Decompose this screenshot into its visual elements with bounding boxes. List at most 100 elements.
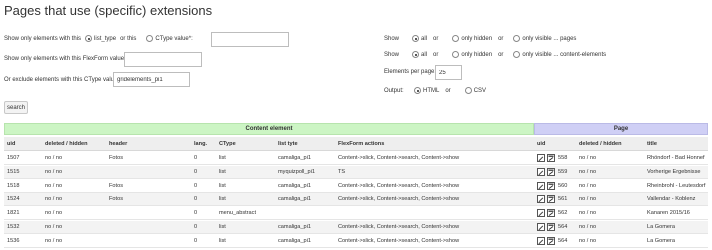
filter-ctype-row: Show only elements with this list_type o… [4,35,193,42]
edit-pencil-icon[interactable] [537,236,545,245]
col-page-title: title [647,141,657,147]
or-label: or [498,51,504,58]
output-csv-label: CSV [473,87,487,94]
show-ce-all-label: all [421,51,428,58]
cell-page-deleted-hidden: no / no [579,168,597,175]
exclude-ctype-input[interactable] [113,72,190,87]
cell-ctype: list [219,182,226,189]
table-row: 1536 no / no 0 list camaliga_pi1 Content->sli… [4,235,708,248]
cell-uid[interactable]: 1524 [7,196,19,202]
or-label: or [445,87,451,94]
cell-lang: 0 [194,155,198,161]
show-ce-visible-label: only visible ... content-elements [522,51,607,58]
cell-uid[interactable]: 1515 [7,169,19,175]
output-label: Output: [384,87,404,94]
ctype-value-input[interactable] [211,32,289,47]
cell-uid[interactable]: 1532 [7,224,19,230]
show-pages-all-radio[interactable] [412,35,419,42]
ctype-value-radio[interactable] [146,35,154,42]
show-ce-hidden-radio[interactable] [452,51,460,58]
or-label: or [433,51,439,58]
edit-pencil-icon[interactable] [537,167,545,176]
table-row: 1524 no / no Fotos 0 list camaliga_pi1 Content… [4,193,708,207]
exclude-label: Or exclude elements with this CType valu… [4,77,120,83]
cell-deleted-hidden: no / no [45,196,63,203]
cell-uid[interactable]: 1518 [7,183,19,189]
show-ce-hidden-label: only hidden [461,51,493,58]
show-pages-hidden-radio[interactable] [452,35,460,42]
exclude-row: Or exclude elements with this CType valu… [4,77,119,83]
col-page-uid: uid [537,141,546,147]
edit-pencil-icon[interactable] [537,209,545,218]
show-ce-visible-radio[interactable] [513,51,521,58]
cell-ctype: list [219,155,226,161]
cell-lang: 0 [194,224,198,230]
cell-list-type: camaliga_pi1 [278,237,311,244]
cell-uid[interactable]: 1536 [7,238,19,244]
cell-list-type: camaliga_pi1 [278,196,311,203]
col-lang: lang. [194,141,208,147]
per-page-row: Elements per page: [384,69,436,75]
view-page-icon[interactable] [547,236,555,245]
cell-page-title: Rheinbrohl - Leutesdorf [647,182,706,189]
cell-page-uid: 560 [558,182,568,189]
output-html-label: HTML [423,87,440,94]
show-pages-label: Show [384,35,400,42]
show-ce-all-radio[interactable] [412,51,419,58]
output-html-radio[interactable] [414,87,421,94]
cell-page-title: Kanaren 2015/16 [647,210,690,217]
col-flexform-actions: FlexForm actions [338,141,385,147]
cell-header: Fotos [109,196,123,203]
edit-pencil-icon[interactable] [537,223,545,231]
view-page-icon[interactable] [547,181,555,190]
cell-ctype: menu_abstract [219,210,257,217]
output-row: Output: HTML or CSV [384,87,486,94]
show-ce-row: Show all or only hidden or only visible … [384,51,606,58]
show-pages-hidden-label: only hidden [461,35,493,42]
view-page-icon[interactable] [547,223,555,231]
cell-page-uid: 564 [558,224,568,230]
cell-uid[interactable]: 1821 [7,210,19,216]
cell-lang: 0 [194,168,198,175]
show-pages-all-label: all [421,35,428,42]
edit-pencil-icon[interactable] [537,195,545,204]
show-pages-visible-radio[interactable] [513,35,521,42]
cell-page-title: Rhöndorf - Bad Honnef [647,155,705,161]
list-type-radio[interactable] [85,35,93,42]
cell-page-deleted-hidden: no / no [579,237,597,244]
page-group-header: Page [534,123,708,135]
col-ctype: CType [219,141,236,147]
show-pages-visible-label: only visible ... pages [522,35,577,42]
per-page-label: Elements per page: [384,69,437,75]
cell-page-uid: 561 [558,196,568,203]
page-title: Pages that use (specific) extensions [4,3,213,18]
cell-list-type: myquizpoll_pi1 [278,168,316,175]
view-page-icon[interactable] [547,167,555,176]
cell-deleted-hidden: no / no [45,168,63,175]
cell-flexform-actions: Content->slick, Content->search, Content… [338,196,460,203]
flexform-input[interactable] [124,52,202,67]
col-list-type: list tyte [278,141,298,147]
cell-uid[interactable]: 1507 [7,155,19,161]
cell-deleted-hidden: no / no [45,210,63,217]
table-row: 1532 no / no 0 list camaliga_pi1 Content->sli… [4,221,708,234]
cell-ctype: list [219,196,226,203]
ctype-value-label: CType value*: [155,35,193,42]
per-page-input[interactable] [435,65,462,80]
cell-page-deleted-hidden: no / no [579,182,597,189]
edit-pencil-icon[interactable] [537,154,545,162]
cell-page-title: La Gomera [647,237,675,244]
cell-page-title: Vallendar - Koblenz [647,196,696,203]
cell-page-deleted-hidden: no / no [579,155,597,161]
search-button[interactable]: search [4,101,28,114]
cell-deleted-hidden: no / no [45,182,63,189]
cell-page-uid: 562 [558,210,568,217]
view-page-icon[interactable] [547,209,555,218]
edit-pencil-icon[interactable] [537,181,545,190]
cell-lang: 0 [194,210,198,217]
table-row: 1518 no / no Fotos 0 list camaliga_pi1 Content… [4,180,708,193]
view-page-icon[interactable] [547,154,555,162]
cell-lang: 0 [194,196,198,203]
output-csv-radio[interactable] [464,87,472,94]
view-page-icon[interactable] [547,195,555,204]
